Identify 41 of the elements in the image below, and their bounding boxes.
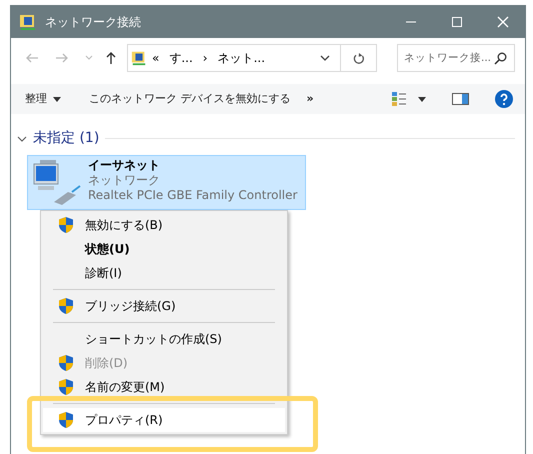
connection-status: ネットワーク [88,173,161,188]
menu-item[interactable]: ブリッジ接続(G) [43,294,285,318]
connection-item[interactable]: イーサネット ネットワーク Realtek PCIe GBE Family Controller [27,155,306,210]
search-icon[interactable] [494,52,507,65]
menu-item[interactable]: 状態(U) [43,237,285,261]
dropdown-icon[interactable] [320,55,330,61]
menu-item[interactable]: プロパティ(R) [43,408,285,432]
address-bar[interactable]: « す... › ネット... [127,44,377,72]
view-options-icon[interactable] [392,92,406,106]
window-title: ネットワーク接続 [45,14,142,30]
disable-device-button[interactable]: このネットワーク デバイスを無効にする [83,88,296,110]
maximize-icon[interactable] [451,16,463,28]
shield-icon [57,216,75,234]
organize-menu-button[interactable]: 整理 [19,88,67,110]
menu-item[interactable]: 無効にする(B) [43,213,285,237]
shield-icon [57,354,75,372]
group-header: 未指定 (1) [33,129,100,148]
shield-icon [57,411,75,429]
refresh-icon[interactable] [353,52,365,64]
network-folder-icon [19,12,37,30]
breadcrumb-segment[interactable]: ネット... [218,49,266,67]
device-name: Realtek PCIe GBE Family Controller [88,188,298,203]
menu-item[interactable]: ショートカットの作成(S) [43,327,285,351]
shield-icon [57,297,75,315]
caret-icon[interactable] [418,96,426,102]
menu-item[interactable]: 名前の変更(M) [43,375,285,399]
breadcrumb-segment[interactable]: « [152,49,160,67]
help-icon[interactable] [495,90,513,108]
caret-icon [53,96,61,102]
more-commands-button[interactable]: » [300,88,320,110]
shield-icon [57,378,75,396]
up-arrow-icon[interactable] [105,51,117,65]
network-folder-icon [131,49,147,67]
preview-pane-icon[interactable] [452,93,469,105]
menu-item[interactable]: 診断(I) [43,261,285,285]
close-icon[interactable] [497,16,509,28]
breadcrumb-segment[interactable]: す... [169,49,193,67]
collapse-chevron-icon[interactable] [17,136,27,142]
breadcrumb-segment[interactable]: › [202,49,208,67]
connection-name: イーサネット [88,158,161,173]
search-field[interactable]: ネットワーク接... [397,44,515,72]
